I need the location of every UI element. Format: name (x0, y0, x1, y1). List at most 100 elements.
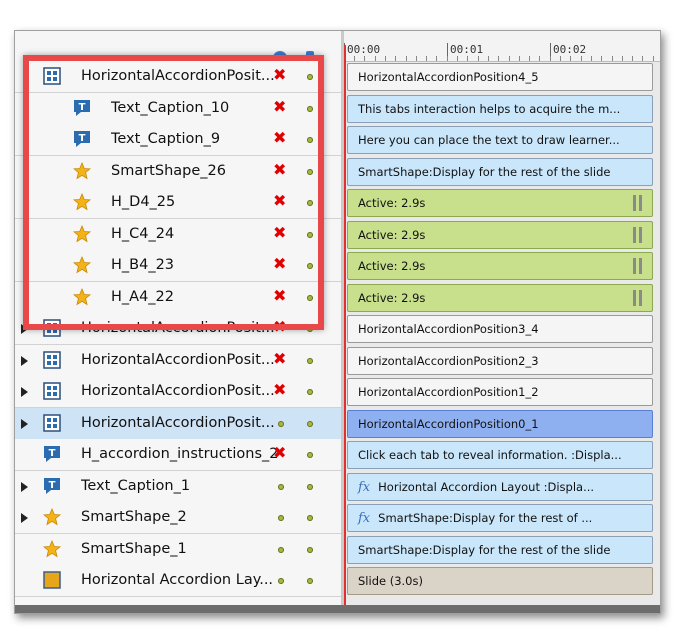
visibility-dot-icon[interactable] (278, 546, 284, 553)
timeline-bar[interactable]: HorizontalAccordionPosition4_5 (347, 63, 653, 91)
ruler-minor-tick (364, 56, 365, 61)
timeline-bar[interactable]: Active: 2.9s (347, 283, 653, 312)
svg-text:T: T (49, 448, 56, 459)
ruler-minor-tick (375, 56, 376, 61)
ruler-minor-tick (570, 56, 571, 61)
ruler-minor-tick (385, 56, 386, 61)
resize-handle-icon[interactable] (632, 258, 644, 274)
timeline-bar[interactable]: Slide (3.0s) (347, 567, 653, 595)
timeline-bar[interactable]: Here you can place the text to draw lear… (347, 126, 653, 154)
text-caption-icon: T (43, 477, 61, 495)
ruler-minor-tick (581, 56, 582, 61)
lock-dot-icon[interactable] (307, 452, 313, 458)
timeline-bar[interactable]: HorizontalAccordionPosition3_4 (347, 315, 653, 343)
layer-name[interactable]: Text_Caption_1 (81, 478, 283, 494)
layer-name[interactable]: HorizontalAccordionPosit... (81, 415, 283, 431)
timeline-bar[interactable]: SmartShape:Display for the rest of the s… (347, 535, 653, 564)
ruler-minor-tick (488, 56, 489, 61)
expand-arrow-icon[interactable] (21, 387, 28, 397)
lock-dot-icon[interactable] (307, 357, 313, 364)
layer-row[interactable]: HorizontalAccordionPosit... ✖ (15, 376, 341, 408)
timeline-bar[interactable]: fx Horizontal Accordion Layout :Displa... (347, 472, 653, 501)
timeline-bar[interactable]: Active: 2.9s (347, 189, 653, 217)
lock-dot-icon[interactable] (307, 420, 313, 427)
timeline-bar-label: Active: 2.9s (358, 290, 426, 305)
timeline-bar-label: SmartShape:Display for the rest of the s… (358, 542, 611, 557)
expand-arrow-icon[interactable] (21, 481, 28, 492)
lock-dot-icon[interactable] (307, 515, 313, 521)
lock-dot-icon[interactable] (307, 578, 313, 584)
ruler-minor-tick (550, 56, 551, 61)
lock-dot-icon[interactable] (307, 483, 313, 490)
slide-icon (43, 571, 61, 589)
ruler-minor-tick (498, 56, 499, 61)
ruler-minor-tick (612, 56, 613, 61)
timeline-bar[interactable]: Active: 2.9s (347, 252, 653, 280)
visibility-dot-icon[interactable] (278, 483, 284, 490)
timeline-bar[interactable]: Click each tab to reveal information. :D… (347, 441, 653, 469)
effect-icon: fx (358, 479, 371, 495)
expand-arrow-icon[interactable] (21, 355, 28, 366)
text-caption-icon: T (43, 445, 61, 463)
timeline-bar[interactable]: HorizontalAccordionPosition1_2 (347, 378, 653, 406)
hidden-layer-icon[interactable]: ✖ (273, 380, 286, 400)
layer-name[interactable]: HorizontalAccordionPosit... (81, 352, 283, 368)
visibility-dot-icon[interactable] (278, 420, 284, 427)
timeline-bar[interactable]: fx SmartShape:Display for the rest of ... (347, 504, 653, 532)
ruler-minor-tick (653, 56, 654, 61)
timeline-bar[interactable]: HorizontalAccordionPosition2_3 (347, 346, 653, 375)
visibility-dot-icon[interactable] (278, 578, 284, 584)
layer-name[interactable]: SmartShape_1 (81, 541, 283, 557)
ruler-minor-tick (354, 56, 355, 61)
expand-arrow-icon[interactable] (21, 513, 28, 523)
smartshape-star-icon (42, 507, 62, 526)
lock-dot-icon[interactable] (307, 389, 313, 395)
timeline-scrollbar[interactable] (15, 605, 660, 613)
resize-handle-icon[interactable] (632, 289, 644, 306)
ruler-minor-tick (416, 56, 417, 61)
group-icon (43, 350, 61, 369)
ruler-minor-tick (539, 56, 540, 61)
layer-name[interactable]: SmartShape_2 (81, 509, 283, 525)
timeline-bar-label: SmartShape:Display for the rest of the s… (358, 164, 611, 179)
visibility-dot-icon[interactable] (278, 515, 284, 521)
time-ruler[interactable]: 00:00 00:01 00:02 (344, 31, 660, 62)
timeline-bar-label: Active: 2.9s (358, 196, 426, 210)
timeline-bar-label: Slide (3.0s) (358, 574, 423, 588)
timeline-bar[interactable]: HorizontalAccordionPosition0_1 (347, 409, 653, 438)
ruler-tick-label: 00:00 (347, 43, 381, 56)
group-icon (43, 413, 61, 432)
ruler-minor-tick (529, 56, 530, 61)
ruler-minor-tick (457, 56, 458, 61)
layer-name[interactable]: HorizontalAccordionPosit... (81, 383, 283, 399)
resize-handle-icon[interactable] (632, 195, 644, 211)
layer-row[interactable]: Horizontal Accordion Lay... (15, 565, 341, 597)
timeline-bar[interactable]: Active: 2.9s (347, 220, 653, 249)
ruler-minor-tick (436, 56, 437, 61)
effect-icon: fx (358, 511, 371, 526)
lock-dot-icon[interactable] (307, 546, 313, 553)
timeline-bar-label: SmartShape:Display for the rest of ... (378, 511, 593, 525)
layer-row[interactable]: HorizontalAccordionPosit... (15, 407, 341, 440)
ruler-minor-tick (426, 56, 427, 61)
ruler-minor-tick (601, 56, 602, 61)
ruler-minor-tick (395, 56, 396, 61)
layer-row[interactable]: SmartShape_1 (15, 533, 341, 566)
hidden-layer-icon[interactable]: ✖ (273, 349, 286, 369)
resize-handle-icon[interactable] (632, 226, 644, 243)
layer-name[interactable]: H_accordion_instructions_2 (81, 446, 283, 462)
expand-arrow-icon[interactable] (21, 418, 28, 429)
hidden-layer-icon[interactable]: ✖ (273, 443, 286, 463)
ruler-minor-tick (478, 56, 479, 61)
playhead[interactable] (344, 45, 346, 613)
timeline-bar-label: This tabs interaction helps to acquire t… (358, 101, 621, 116)
ruler-minor-tick (509, 56, 510, 61)
layer-row[interactable]: T Text_Caption_1 (15, 470, 341, 503)
layer-row[interactable]: HorizontalAccordionPosit... ✖ (15, 344, 341, 377)
layer-row[interactable]: SmartShape_2 (15, 502, 341, 534)
timeline-bar[interactable]: This tabs interaction helps to acquire t… (347, 94, 653, 123)
timeline-bar[interactable]: SmartShape:Display for the rest of the s… (347, 157, 653, 186)
ruler-tick-label: 00:02 (553, 43, 587, 56)
layer-name[interactable]: Horizontal Accordion Lay... (81, 572, 283, 588)
layer-row[interactable]: T H_accordion_instructions_2 ✖ (15, 439, 341, 471)
